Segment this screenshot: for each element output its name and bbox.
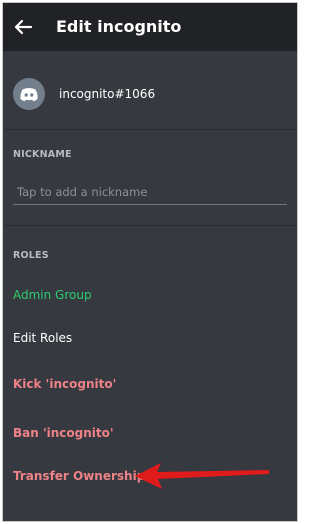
ban-member-button[interactable]: Ban 'incognito' xyxy=(13,426,114,440)
avatar xyxy=(13,78,45,110)
kick-member-button[interactable]: Kick 'incognito' xyxy=(13,377,116,391)
red-pointer-arrow-icon xyxy=(135,463,269,489)
arrow-left-icon xyxy=(14,19,33,35)
back-button[interactable] xyxy=(9,13,37,41)
app-bar: Edit incognito xyxy=(3,3,297,51)
username: incognito#1066 xyxy=(59,87,156,101)
page-title: Edit incognito xyxy=(56,17,182,36)
role-admin-group: Admin Group xyxy=(13,288,92,302)
edit-member-screen: Edit incognito incognito#1066 NICKNAME R… xyxy=(2,2,298,522)
nickname-input[interactable] xyxy=(13,179,287,205)
transfer-ownership-button[interactable]: Transfer Ownership xyxy=(13,469,145,483)
edit-roles-button[interactable]: Edit Roles xyxy=(13,331,72,345)
roles-section-label: ROLES xyxy=(13,250,49,261)
user-row: incognito#1066 xyxy=(3,63,297,125)
divider xyxy=(3,129,297,130)
divider xyxy=(3,225,297,226)
nickname-section-label: NICKNAME xyxy=(13,149,72,160)
discord-logo-icon xyxy=(20,88,38,102)
